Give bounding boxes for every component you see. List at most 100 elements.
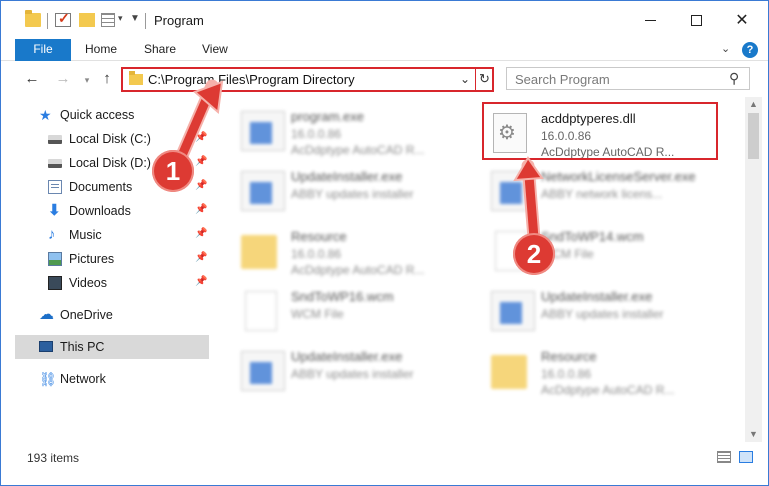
pin-icon[interactable]: 📌 [195, 132, 207, 143]
dll-highlight-box [482, 102, 718, 160]
file-version: 16.0.0.86 [541, 367, 592, 381]
documents-icon [48, 180, 62, 194]
customize-toolbar-icon[interactable]: ▼ [130, 13, 140, 24]
file-description: ABBY updates installer [541, 307, 664, 321]
file-name: SndToWP16.wcm [291, 289, 394, 304]
chevron-down-icon[interactable]: ▾ [118, 13, 123, 24]
file-version: 16.0.0.86 [291, 127, 342, 141]
sidebar-item-music[interactable]: ♪ Music 📌 [15, 223, 209, 247]
file-name: UpdateInstaller.exe [291, 169, 403, 184]
refresh-icon[interactable]: ↻ [479, 71, 490, 87]
forward-arrow-icon[interactable]: → [53, 69, 73, 89]
help-icon[interactable]: ? [742, 42, 758, 58]
pin-icon[interactable]: 📌 [195, 204, 207, 215]
file-tile-sndtowp16-wcm[interactable]: SndToWP16.wcm WCM File [235, 281, 465, 339]
pin-icon[interactable]: 📌 [195, 228, 207, 239]
file-tile-updateinstaller-exe[interactable]: UpdateInstaller.exe ABBY updates install… [235, 341, 465, 399]
sidebar-item-network[interactable]: ⛓ Network [15, 367, 209, 391]
search-input[interactable]: Search Program ⚲ [506, 67, 750, 90]
file-type: WCM File [291, 307, 344, 321]
address-separator [475, 69, 476, 90]
file-tile-updateinstaller-exe[interactable]: UpdateInstaller.exe ABBY updates install… [485, 281, 715, 339]
expand-ribbon-icon[interactable]: ⌄ [721, 42, 730, 55]
scroll-down-icon[interactable]: ▼ [749, 429, 758, 439]
sidebar-item-pictures[interactable]: Pictures 📌 [15, 247, 209, 271]
file-name: UpdateInstaller.exe [541, 289, 653, 304]
tab-view[interactable]: View [202, 39, 228, 61]
sidebar-item-label: Videos [69, 276, 107, 290]
sidebar-item-label: Downloads [69, 204, 131, 218]
folder-icon [241, 235, 277, 269]
step-1-badge: 1 [152, 150, 194, 192]
recent-locations-icon[interactable]: ▾ [77, 70, 97, 90]
file-name: NetworkLicenseServer.exe [541, 169, 696, 184]
file-name: Resource [541, 349, 597, 364]
file-tile-program-exe[interactable]: program.exe 16.0.0.86 AcDdptype AutoCAD … [235, 101, 465, 159]
title-separator [145, 13, 146, 29]
file-tile-networklicenseserver-exe[interactable]: NetworkLicenseServer.exe ABBY network li… [485, 161, 715, 219]
details-view-icon[interactable] [717, 451, 731, 463]
status-bar: 193 items [1, 445, 768, 469]
file-tile-resource-folder[interactable]: Resource 16.0.0.86 AcDdptype AutoCAD R..… [485, 341, 715, 399]
pin-icon[interactable]: 📌 [195, 156, 207, 167]
exe-file-icon [491, 291, 535, 331]
tiles-view-icon[interactable] [739, 451, 753, 463]
file-description: AcDdptype AutoCAD R... [541, 383, 675, 397]
sidebar-item-label: Network [60, 372, 106, 386]
close-button[interactable]: ✕ [719, 1, 765, 39]
address-path[interactable]: C:\Program Files\Program Directory [148, 72, 355, 87]
sidebar-item-label: Documents [69, 180, 133, 194]
file-tile-updateinstaller-exe[interactable]: UpdateInstaller.exe ABBY updates install… [235, 161, 465, 219]
sidebar-item-quick-access[interactable]: ★ Quick access [15, 103, 209, 127]
file-tile-resource-folder[interactable]: Resource 16.0.0.86 AcDdptype AutoCAD R..… [235, 221, 465, 279]
file-description: ABBY updates installer [291, 367, 414, 381]
sidebar-item-this-pc[interactable]: This PC [15, 335, 209, 359]
minimize-button[interactable] [627, 1, 673, 39]
maximize-button[interactable] [673, 1, 719, 39]
sidebar-item-videos[interactable]: Videos 📌 [15, 271, 209, 295]
exe-file-icon [241, 111, 285, 151]
new-folder-icon[interactable] [79, 13, 95, 27]
vertical-scrollbar[interactable]: ▲ ▼ [745, 97, 762, 442]
sidebar-item-downloads[interactable]: ⬇ Downloads 📌 [15, 199, 209, 223]
up-arrow-icon[interactable]: ↑ [97, 69, 117, 89]
file-name: program.exe [291, 109, 364, 124]
search-icon[interactable]: ⚲ [729, 70, 739, 87]
pin-icon[interactable]: 📌 [195, 276, 207, 287]
back-arrow-icon[interactable]: ← [22, 69, 42, 89]
file-name: SndToWP14.wcm [541, 229, 644, 244]
scroll-up-icon[interactable]: ▲ [749, 99, 758, 109]
file-icon [245, 291, 277, 331]
scroll-thumb[interactable] [748, 113, 759, 159]
file-description: AcDdptype AutoCAD R... [291, 143, 425, 157]
file-name: UpdateInstaller.exe [291, 349, 403, 364]
chevron-down-icon[interactable]: ⌄ [460, 72, 470, 86]
pin-icon[interactable]: 📌 [195, 180, 207, 191]
folder-icon [129, 71, 143, 85]
title-bar: ▾ ▼ Program ✕ [1, 1, 768, 39]
tab-file[interactable]: File [15, 39, 71, 61]
sidebar-item-label: Pictures [69, 252, 115, 266]
properties-check-icon[interactable] [55, 10, 71, 27]
properties-icon[interactable] [101, 13, 115, 27]
file-name: Resource [291, 229, 347, 244]
videos-icon [48, 276, 62, 290]
minimize-icon [644, 19, 656, 21]
sidebar-item-label: Local Disk (C:) [69, 132, 151, 146]
file-version: 16.0.0.86 [291, 247, 342, 261]
sidebar-item-label: Quick access [60, 108, 135, 122]
folder-icon [491, 355, 527, 389]
tab-home[interactable]: Home [85, 39, 117, 61]
sidebar-item-label: This PC [60, 340, 105, 354]
pin-icon[interactable]: 📌 [195, 252, 207, 263]
file-description: AcDdptype AutoCAD R... [291, 263, 425, 277]
folder-icon[interactable] [25, 10, 41, 27]
sidebar-item-local-disk-c[interactable]: Local Disk (C:) 📌 [15, 127, 209, 151]
disk-icon [48, 159, 62, 168]
sidebar-item-onedrive[interactable]: ☁ OneDrive [15, 303, 209, 327]
tab-share[interactable]: Share [144, 39, 176, 61]
navigation-bar: ← → ▾ ↑ C:\Program Files\Program Directo… [1, 62, 768, 96]
address-bar[interactable]: C:\Program Files\Program Directory ⌄ ↻ [121, 67, 494, 92]
pictures-icon [48, 252, 62, 266]
star-icon: ★ [39, 107, 52, 123]
